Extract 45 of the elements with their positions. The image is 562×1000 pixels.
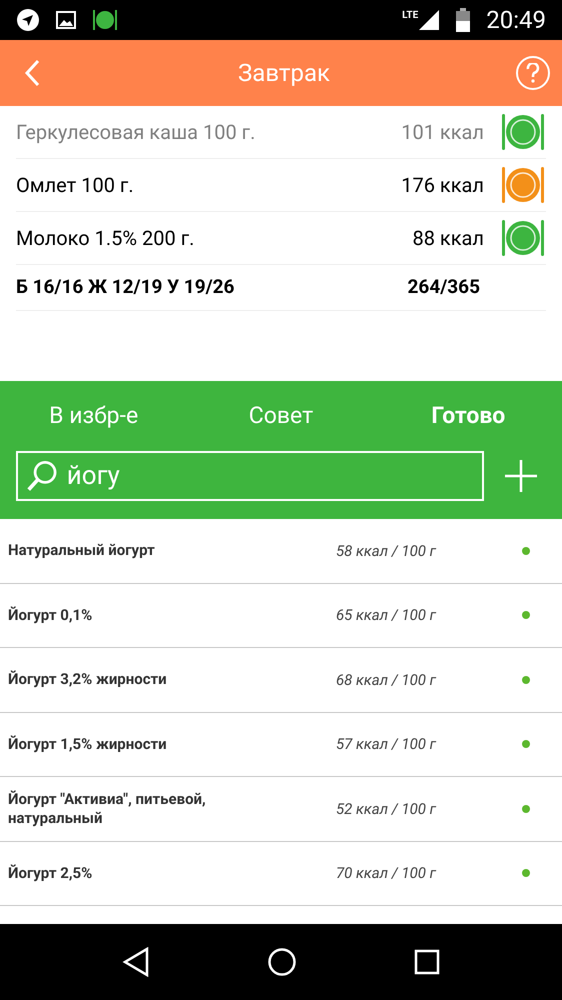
meal-item-calories: 176 ккал	[401, 172, 484, 199]
result-row[interactable]: Йогурт 1,5% жирности 57 ккал / 100 г	[0, 712, 562, 777]
food-name: Йогурт "Активиа", питьевой, натуральный	[8, 790, 207, 828]
meal-item-name: Молоко 1.5% 200 г.	[16, 225, 196, 252]
food-calories: 57 ккал / 100 г	[335, 734, 438, 755]
food-name: Натуральный йогурт	[8, 541, 156, 560]
home-button[interactable]	[266, 947, 297, 977]
signal-icon	[418, 9, 440, 31]
chevron-left-icon	[22, 58, 42, 88]
calories-total: 264/365	[408, 274, 480, 300]
food-name: Йогурт 2,5%	[8, 864, 94, 883]
food-calories: 58 ккал / 100 г	[335, 540, 438, 562]
screen-title: Завтрак	[237, 58, 331, 89]
recents-button[interactable]	[414, 949, 440, 975]
plate-icon	[92, 9, 118, 31]
meal-item-calories: 88 ккал	[412, 225, 484, 252]
food-calories: 68 ккал / 100 г	[335, 670, 438, 690]
result-row[interactable]: Йогурт "Активиа", питьевой, натуральный 52 ккал / 100 г	[0, 777, 562, 842]
meal-item-name: Геркулесовая каша 100 г.	[16, 119, 256, 146]
network-label: LTE	[402, 11, 418, 21]
result-row[interactable]: Йогурт 3,2% жирности 68 ккал / 100 г	[0, 648, 562, 712]
result-row[interactable]: Йогурт 0,1% 65 ккал / 100 г	[0, 584, 562, 648]
food-name: Йогурт 1,5% жирности	[8, 734, 168, 754]
navigation-icon	[16, 8, 40, 32]
food-calories: 52 ккал / 100 г	[335, 798, 438, 820]
food-name: Йогурт 3,2% жирности	[8, 670, 168, 690]
image-icon	[56, 11, 76, 29]
result-row[interactable]: Натуральный йогурт 58 ккал / 100 г	[0, 519, 562, 584]
food-calories: 70 ккал / 100 г	[335, 863, 438, 884]
result-row[interactable]: Йогурт 2,5% 70 ккал / 100 г	[0, 842, 562, 906]
meal-item-calories: 101 ккал	[401, 119, 484, 146]
clock: 20:49	[486, 5, 546, 36]
back-nav-button[interactable]	[122, 947, 150, 977]
food-calories: 65 ккал / 100 г	[335, 605, 438, 626]
food-name: Йогурт 0,1%	[8, 606, 94, 625]
macros-summary: Б 16/16 Ж 12/19 У 19/26	[16, 274, 236, 300]
dot-icon	[522, 676, 530, 684]
dot-icon	[522, 611, 530, 620]
dot-icon	[522, 546, 530, 555]
dot-icon	[522, 740, 530, 748]
meal-item-name: Омлет 100 г.	[16, 172, 135, 199]
question-mark-icon	[526, 63, 540, 83]
dot-icon	[522, 804, 530, 813]
dot-icon	[522, 869, 530, 878]
battery-icon	[456, 8, 470, 32]
